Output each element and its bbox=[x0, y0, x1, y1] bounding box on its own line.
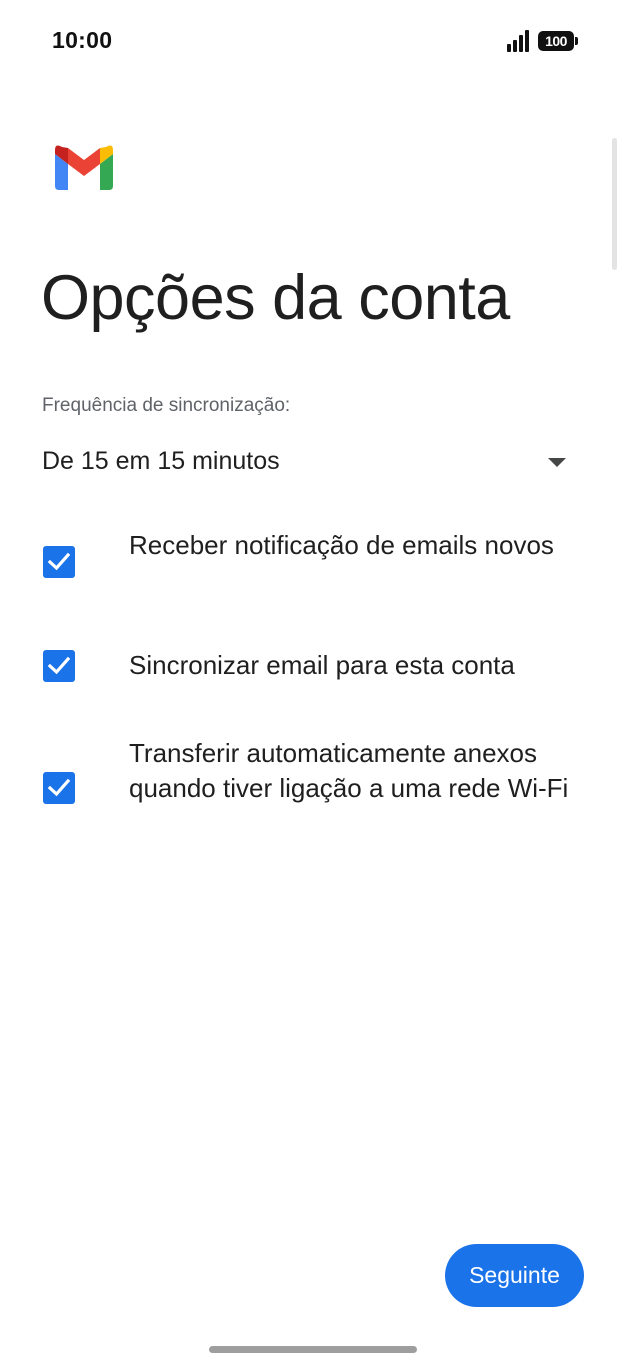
option-label: Sincronizar email para esta conta bbox=[129, 650, 515, 680]
checkbox-sync-email[interactable] bbox=[43, 650, 75, 682]
page-title: Opções da conta bbox=[41, 263, 510, 333]
gmail-logo-icon bbox=[55, 145, 113, 190]
signal-icon bbox=[507, 30, 529, 52]
sync-frequency-value: De 15 em 15 minutos bbox=[42, 447, 280, 475]
battery-level: 100 bbox=[538, 31, 574, 51]
option-auto-download-attachments[interactable]: Transferir automaticamente anexos quando… bbox=[42, 736, 582, 842]
checkmark-icon bbox=[47, 656, 71, 675]
home-indicator[interactable] bbox=[209, 1346, 417, 1353]
dropdown-arrow-icon bbox=[548, 458, 566, 467]
option-sync-email[interactable]: Sincronizar email para esta conta bbox=[42, 648, 582, 688]
next-button[interactable]: Seguinte bbox=[445, 1244, 584, 1307]
checkbox-new-email-notification[interactable] bbox=[43, 546, 75, 578]
option-label: Receber notificação de emails novos bbox=[129, 530, 554, 560]
checkmark-icon bbox=[47, 552, 71, 571]
checkmark-icon bbox=[47, 778, 71, 797]
battery-icon: 100 bbox=[538, 31, 578, 51]
option-label: Transferir automaticamente anexos quando… bbox=[129, 738, 569, 803]
option-new-email-notification[interactable]: Receber notificação de emails novos bbox=[42, 530, 582, 600]
sync-frequency-label: Frequência de sincronização: bbox=[42, 395, 291, 416]
status-bar: 10:00 100 bbox=[0, 0, 626, 80]
sync-frequency-dropdown[interactable]: De 15 em 15 minutos bbox=[42, 440, 578, 486]
checkbox-auto-download-attachments[interactable] bbox=[43, 772, 75, 804]
status-time: 10:00 bbox=[52, 27, 113, 53]
scrollbar[interactable] bbox=[612, 138, 617, 270]
